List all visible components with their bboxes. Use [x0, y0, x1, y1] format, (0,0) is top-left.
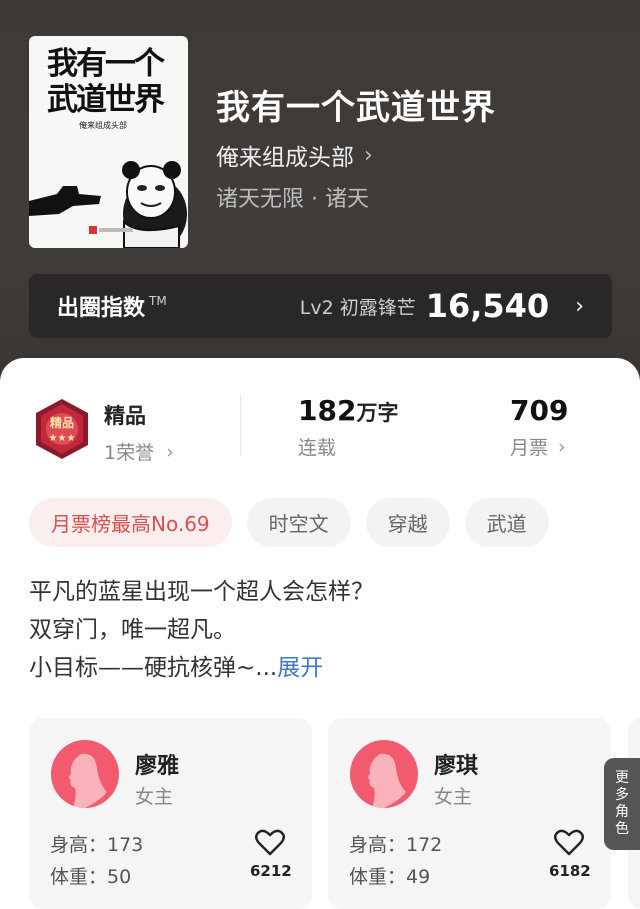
- svg-text:★★★: ★★★: [49, 433, 76, 444]
- character-weight: 体重：50: [50, 866, 132, 888]
- cover-title: 我有一个武道世界: [47, 46, 165, 118]
- female-silhouette-icon: [368, 753, 406, 808]
- word-count-stat: 182万字 连载: [298, 394, 398, 460]
- fan-index-bar[interactable]: 出圈指数 TM Lv2 初露锋芒 16,540 ›: [29, 274, 612, 338]
- tag-time-travel[interactable]: 时空文: [246, 498, 351, 547]
- quality-stat[interactable]: 精品 1荣誉 ›: [104, 400, 174, 465]
- fan-index-label: 出圈指数: [57, 296, 146, 321]
- book-cover[interactable]: 我有一个武道世界 俺来组成头部: [29, 36, 188, 248]
- chevron-right-icon: ›: [558, 435, 566, 458]
- chevron-right-icon: ›: [364, 142, 373, 168]
- serial-status: 连载: [298, 437, 337, 459]
- book-detail-card: 精品 ★★★ 精品 1荣誉 › 182万字 连载 709 月票 › 月票榜最高N…: [0, 358, 640, 909]
- tag-list: 月票榜最高No.69 时空文 穿越 武道: [29, 498, 549, 547]
- expand-link[interactable]: 展开: [277, 655, 323, 681]
- author-name: 俺来组成头部: [216, 145, 354, 171]
- tag-transmigration[interactable]: 穿越: [365, 498, 450, 547]
- monthly-votes-number: 709: [510, 394, 569, 427]
- monthly-votes-label: 月票: [510, 437, 549, 459]
- trademark-mark: TM: [149, 294, 167, 308]
- character-avatar: [51, 740, 119, 808]
- monthly-votes-stat[interactable]: 709 月票 ›: [510, 394, 568, 460]
- book-genre: 诸天无限 · 诸天: [216, 187, 369, 212]
- more-roles-button[interactable]: 更多角色: [604, 758, 640, 850]
- synopsis-line: 平凡的蓝星出现一个超人会怎样？: [29, 579, 374, 605]
- word-count-unit: 万字: [356, 401, 399, 425]
- synopsis: 平凡的蓝星出现一个超人会怎样？ 双穿门，唯一超凡。 小目标——硬抗核弹~...展…: [29, 573, 619, 687]
- character-name: 廖琪: [434, 754, 479, 779]
- character-avatar: [350, 740, 418, 808]
- female-silhouette-icon: [69, 753, 107, 808]
- author-link[interactable]: 俺来组成头部 ›: [216, 138, 373, 172]
- character-list: 廖雅 女主 身高：173 体重：50 6212 廖琪 女主 身高：172 体重：…: [29, 718, 640, 909]
- like-button[interactable]: 6182: [549, 828, 591, 880]
- heart-icon: [554, 829, 584, 856]
- book-title: 我有一个武道世界: [216, 88, 496, 128]
- fan-index-value: 16,540: [425, 287, 550, 325]
- character-height: 身高：173: [50, 834, 144, 856]
- like-count: 6212: [250, 862, 292, 880]
- heart-icon: [255, 829, 285, 856]
- cover-author: 俺来组成头部: [79, 121, 127, 130]
- quality-label: 精品: [104, 404, 146, 428]
- stat-divider: [240, 394, 241, 456]
- character-weight: 体重：49: [349, 866, 431, 888]
- character-role: 女主: [135, 786, 174, 808]
- quality-badge-icon: 精品 ★★★: [36, 399, 88, 459]
- fan-index-level: Lv2 初露锋芒: [299, 296, 416, 319]
- character-role: 女主: [434, 786, 473, 808]
- like-count: 6182: [549, 862, 591, 880]
- tag-martial-arts[interactable]: 武道: [464, 498, 549, 547]
- honor-count: 1荣誉: [104, 442, 155, 464]
- character-name: 廖雅: [135, 754, 180, 779]
- character-card[interactable]: 廖琪 女主 身高：172 体重：49 6182: [328, 718, 611, 909]
- character-height: 身高：172: [349, 834, 443, 856]
- book-header: 我有一个武道世界 俺来组成头部 我有一个武道世界 俺来组成头部 › 诸天无限 ·…: [0, 0, 640, 400]
- like-button[interactable]: 6212: [250, 828, 292, 880]
- synopsis-line: 小目标——硬抗核弹~...: [29, 655, 278, 681]
- synopsis-line: 双穿门，唯一超凡。: [29, 617, 236, 643]
- word-count-number: 182: [298, 394, 357, 427]
- chevron-right-icon: ›: [166, 440, 174, 463]
- svg-text:精品: 精品: [50, 415, 74, 430]
- chevron-right-icon: ›: [575, 293, 584, 319]
- tag-rank[interactable]: 月票榜最高No.69: [29, 498, 232, 547]
- character-card[interactable]: 廖雅 女主 身高：173 体重：50 6212: [29, 718, 312, 909]
